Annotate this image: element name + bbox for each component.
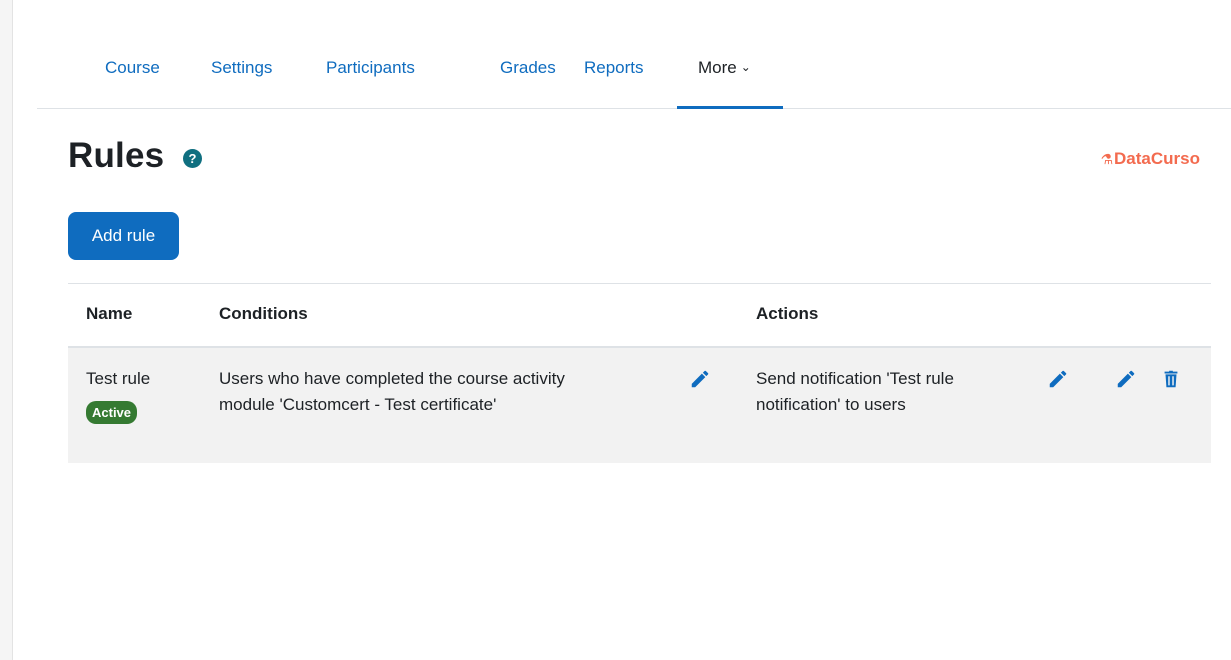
column-header-name: Name xyxy=(86,304,133,323)
tab-more-label: More xyxy=(698,58,737,77)
pencil-icon xyxy=(1117,370,1135,388)
column-header-conditions: Conditions xyxy=(219,304,308,323)
rule-actions-line: Send notification 'Test rule xyxy=(756,369,954,388)
rule-name: Test rule xyxy=(86,369,151,388)
edit-conditions-button[interactable] xyxy=(689,368,711,390)
rule-conditions-line: Users who have completed the course acti… xyxy=(219,369,565,388)
rule-conditions-line: module 'Customcert - Test certificate' xyxy=(219,395,497,414)
pencil-icon xyxy=(691,370,709,388)
help-icon[interactable]: ? xyxy=(183,149,202,168)
status-badge: Active xyxy=(86,401,138,424)
table-divider xyxy=(68,283,1211,284)
add-rule-button[interactable]: Add rule xyxy=(68,212,179,260)
tab-reports[interactable]: Reports xyxy=(584,44,644,109)
rule-actions-line: notification' to users xyxy=(756,395,906,414)
brand-logo: ⚗DataCurso xyxy=(1100,149,1200,169)
secondary-navigation: Course Settings Participants Grades Repo… xyxy=(37,44,1231,109)
rule-conditions: Users who have completed the course acti… xyxy=(219,366,565,418)
active-tab-indicator xyxy=(677,106,783,109)
tab-grades[interactable]: Grades xyxy=(500,44,556,109)
rule-actions: Send notification 'Test rule notificatio… xyxy=(756,366,954,418)
brand-name: DataCurso xyxy=(1114,149,1200,168)
tab-more[interactable]: More ⌄ xyxy=(698,44,751,109)
tab-participants[interactable]: Participants xyxy=(326,44,415,109)
delete-rule-button[interactable] xyxy=(1160,368,1182,390)
pencil-icon xyxy=(1049,370,1067,388)
column-header-actions: Actions xyxy=(756,304,819,323)
tab-settings[interactable]: Settings xyxy=(211,44,272,109)
page-title: Rules xyxy=(68,136,165,175)
chevron-down-icon: ⌄ xyxy=(740,60,751,74)
edit-rule-button[interactable] xyxy=(1115,368,1137,390)
brand-logo-icon: ⚗ xyxy=(1100,151,1114,167)
left-drawer-rail xyxy=(0,0,13,660)
tab-course[interactable]: Course xyxy=(105,44,160,109)
trash-icon xyxy=(1164,370,1178,388)
edit-actions-button[interactable] xyxy=(1047,368,1069,390)
